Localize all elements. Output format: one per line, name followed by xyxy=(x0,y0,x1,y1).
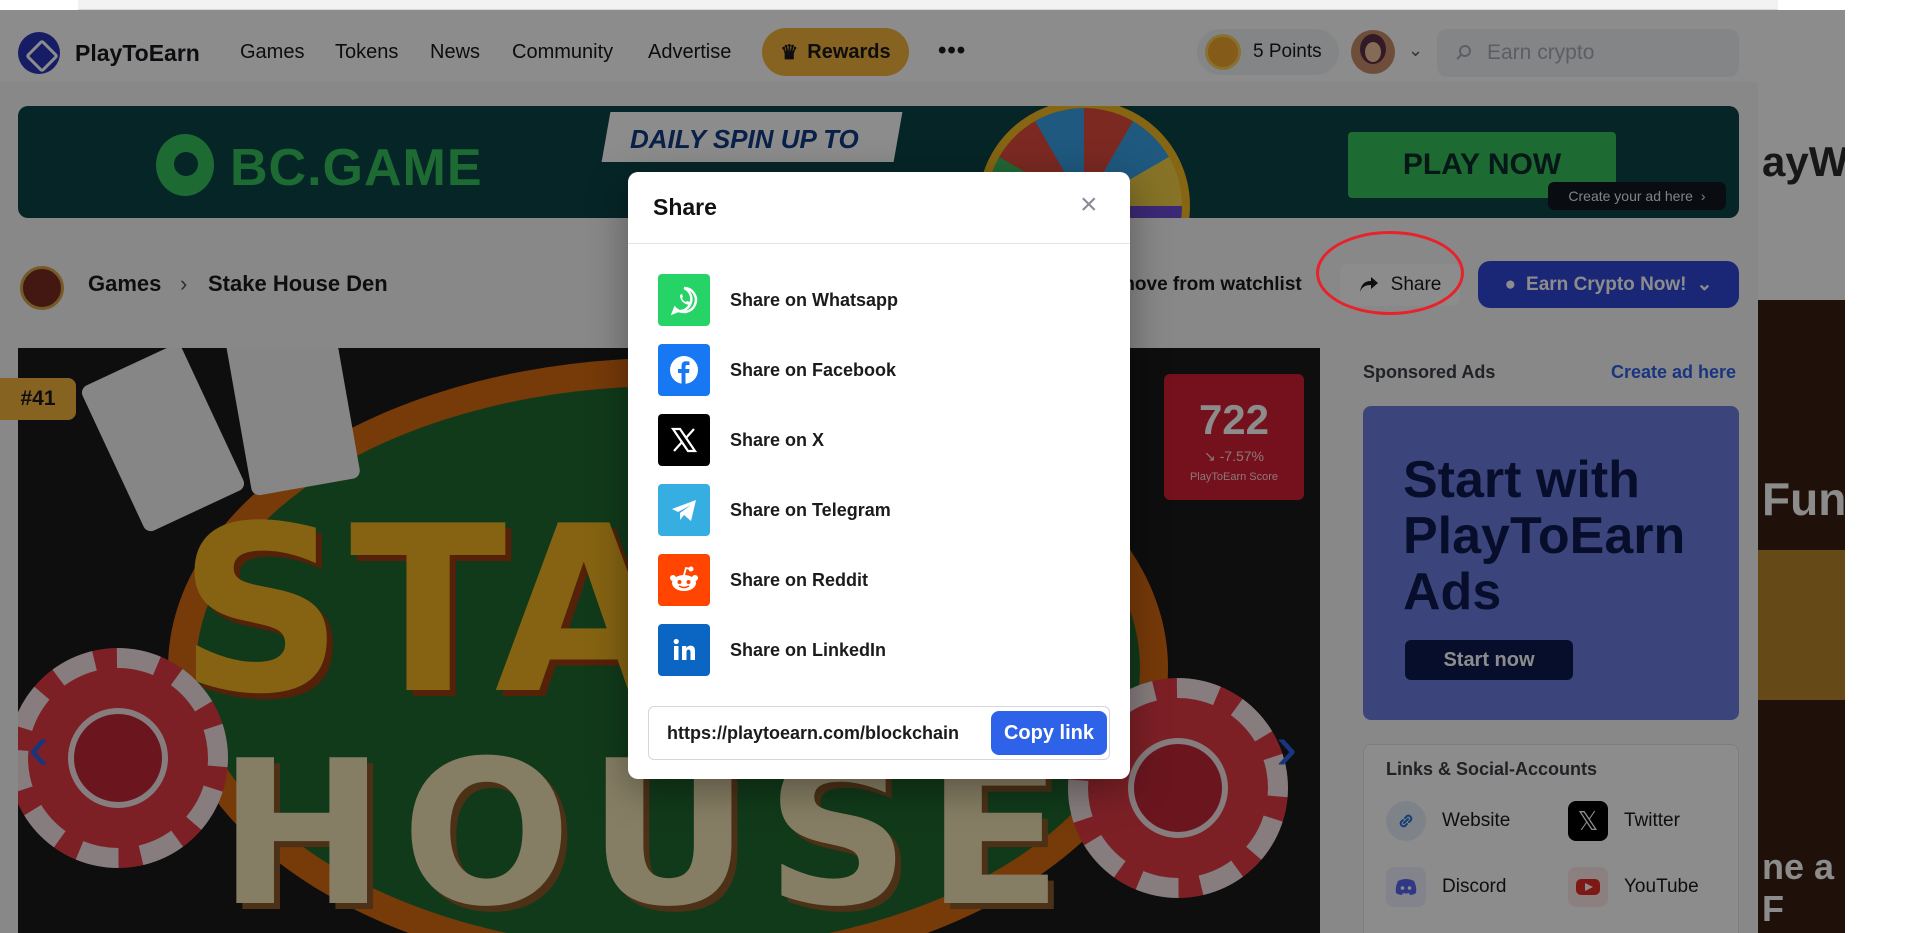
share-linkedin[interactable]: Share on LinkedIn xyxy=(658,624,886,676)
copy-link-button[interactable]: Copy link xyxy=(991,711,1107,755)
share-modal: Share × Share on Whatsapp Share on Faceb… xyxy=(628,172,1130,779)
share-option-label: Share on LinkedIn xyxy=(730,639,887,660)
share-option-label: Share on Facebook xyxy=(730,359,897,380)
annotation-highlight-circle xyxy=(1316,231,1464,315)
share-reddit[interactable]: Share on Reddit xyxy=(658,554,868,606)
telegram-icon xyxy=(658,484,710,536)
share-x[interactable]: Share on X xyxy=(658,414,824,466)
share-link-field[interactable]: https://playtoearn.com/blockchain Copy l… xyxy=(648,706,1110,760)
browser-strip xyxy=(78,0,1778,10)
reddit-icon xyxy=(658,554,710,606)
modal-header: Share × xyxy=(628,172,1130,244)
share-option-label: Share on Telegram xyxy=(730,499,891,520)
share-whatsapp[interactable]: Share on Whatsapp xyxy=(658,274,898,326)
page: PlayToEarn Games Tokens News Community A… xyxy=(0,0,1920,933)
share-option-label: Share on Whatsapp xyxy=(730,289,899,310)
close-icon[interactable]: × xyxy=(1080,188,1098,222)
share-option-label: Share on X xyxy=(730,429,825,450)
facebook-icon xyxy=(658,344,710,396)
share-option-label: Share on Reddit xyxy=(730,569,869,590)
x-icon xyxy=(658,414,710,466)
linkedin-icon xyxy=(658,624,710,676)
share-url[interactable]: https://playtoearn.com/blockchain xyxy=(667,723,959,744)
modal-title: Share xyxy=(653,194,717,220)
whatsapp-icon xyxy=(658,274,710,326)
share-telegram[interactable]: Share on Telegram xyxy=(658,484,891,536)
share-facebook[interactable]: Share on Facebook xyxy=(658,344,896,396)
